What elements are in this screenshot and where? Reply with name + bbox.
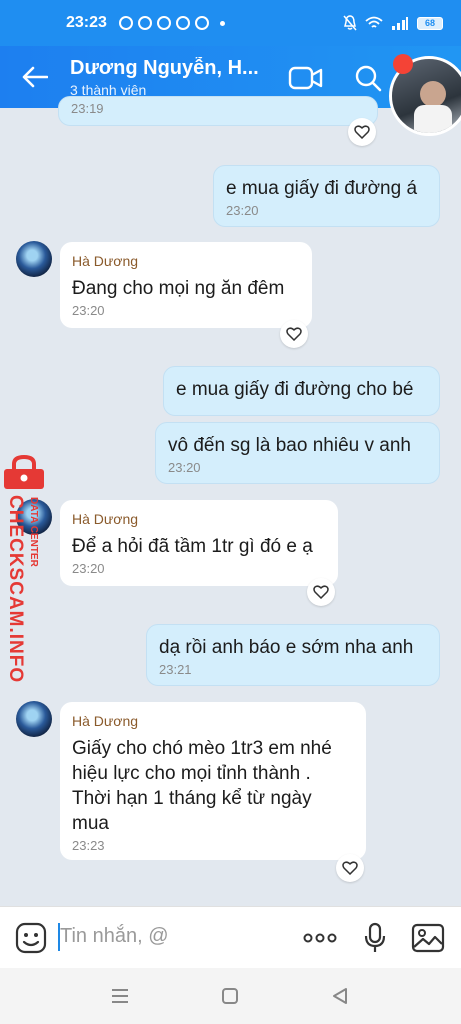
wifi-icon — [365, 16, 383, 28]
message-time: 23:20 — [72, 561, 105, 576]
sender-name: Hà Dương — [72, 511, 139, 527]
message-bubble-in[interactable]: Hà Dương Đang cho mọi ng ăn đêm 23:20 — [60, 242, 312, 328]
search-icon — [355, 65, 382, 92]
more-notifications-icon — [219, 20, 225, 26]
heart-icon — [354, 125, 370, 139]
lock-icon — [4, 455, 44, 489]
message-bubble-in[interactable]: Hà Dương Để a hỏi đã tầm 1tr gì đó e ạ 2… — [60, 500, 338, 586]
person-head — [420, 81, 446, 107]
tiktok-icon — [194, 16, 209, 30]
video-call-button[interactable] — [286, 58, 326, 98]
emoji-icon — [15, 922, 47, 954]
image-icon — [411, 923, 445, 953]
message-time: 23:20 — [168, 460, 201, 475]
messenger-icon — [118, 16, 133, 30]
microphone-icon — [364, 922, 386, 952]
message-input-bar: Tin nhắn, @ — [0, 906, 461, 968]
signal-icon — [392, 17, 408, 30]
menu-lines-icon — [112, 989, 128, 1003]
video-call-icon — [288, 66, 323, 90]
sender-avatar[interactable] — [16, 701, 52, 737]
heart-icon — [313, 585, 329, 599]
person-body — [414, 105, 452, 133]
square-icon — [222, 988, 238, 1004]
photos-icon — [156, 16, 171, 30]
message-bubble-out[interactable]: vô đến sg là bao nhiêu v anh 23:20 — [155, 422, 440, 484]
more-dots-icon — [303, 933, 337, 943]
conversation-info[interactable]: Dương Nguyễn, H... 3 thành viên — [70, 57, 270, 98]
message-line: hiệu lực cho mọi tỉnh thành . — [72, 763, 311, 784]
message-bubble-out[interactable]: 23:19 — [58, 96, 378, 126]
message-bubble-in[interactable]: Hà Dương Giấy cho chó mèo 1tr3 em nhé hi… — [60, 702, 366, 860]
notification-icons — [118, 16, 225, 30]
message-bubble-out[interactable]: e mua giấy đi đường cho bé — [163, 366, 440, 416]
message-time: 23:23 — [72, 838, 105, 853]
sender-name: Hà Dương — [72, 253, 139, 269]
silent-icon — [343, 15, 357, 31]
image-button[interactable] — [411, 921, 445, 955]
react-heart-button[interactable] — [348, 118, 376, 146]
emoji-button[interactable] — [14, 921, 48, 955]
message-text: Đang cho mọi ng ăn đêm — [72, 278, 285, 299]
message-bubble-out[interactable]: dạ rồi anh báo e sớm nha anh 23:21 — [146, 624, 440, 686]
home-button[interactable] — [218, 984, 242, 1008]
message-input[interactable]: Tin nhắn, @ — [60, 925, 169, 948]
sender-name: Hà Dương — [72, 713, 139, 729]
message-time: 23:20 — [72, 303, 105, 318]
heart-icon — [286, 327, 302, 341]
search-button[interactable] — [348, 58, 388, 98]
more-button[interactable] — [303, 921, 337, 955]
message-text: dạ rồi anh báo e sớm nha anh — [159, 637, 414, 658]
message-line: Thời hạn 1 tháng kể từ ngày — [72, 788, 312, 809]
triangle-back-icon — [333, 988, 347, 1004]
conversation-title: Dương Nguyễn, H... — [70, 56, 259, 79]
watermark-text: CHECKSCAM.INFO — [5, 495, 26, 684]
notification-badge — [393, 54, 413, 74]
react-heart-button[interactable] — [280, 320, 308, 348]
message-time: 23:20 — [226, 203, 259, 218]
message-text: vô đến sg là bao nhiêu v anh — [168, 435, 411, 456]
battery-indicator: 68 — [417, 16, 443, 30]
system-back-button[interactable] — [328, 984, 352, 1008]
arrow-left-icon — [22, 66, 48, 88]
watermark-subtext: DATA CENTER — [28, 497, 39, 567]
message-text: e mua giấy đi đường cho bé — [176, 379, 414, 400]
message-text: e mua giấy đi đường á — [226, 178, 418, 199]
message-time: 23:21 — [159, 662, 192, 677]
system-nav-bar — [0, 968, 461, 1024]
message-line: Giấy cho chó mèo 1tr3 em nhé — [72, 738, 332, 759]
heart-icon — [342, 861, 358, 875]
react-heart-button[interactable] — [336, 854, 364, 882]
back-button[interactable] — [0, 46, 70, 108]
message-text: Để a hỏi đã tầm 1tr gì đó e ạ — [72, 536, 313, 557]
message-line: mua — [72, 813, 109, 834]
facebook-icon — [137, 16, 152, 30]
recent-apps-button[interactable] — [108, 984, 132, 1008]
sender-avatar[interactable] — [16, 241, 52, 277]
status-bar: 23:23 68 — [0, 0, 461, 46]
pinterest-icon — [175, 16, 190, 30]
react-heart-button[interactable] — [307, 578, 335, 606]
message-bubble-out[interactable]: e mua giấy đi đường á 23:20 — [213, 165, 440, 227]
voice-button[interactable] — [358, 921, 392, 955]
status-time: 23:23 — [66, 14, 107, 31]
message-time: 23:19 — [71, 101, 104, 116]
watermark: CHECKSCAM.INFO DATA CENTER — [0, 455, 48, 683]
